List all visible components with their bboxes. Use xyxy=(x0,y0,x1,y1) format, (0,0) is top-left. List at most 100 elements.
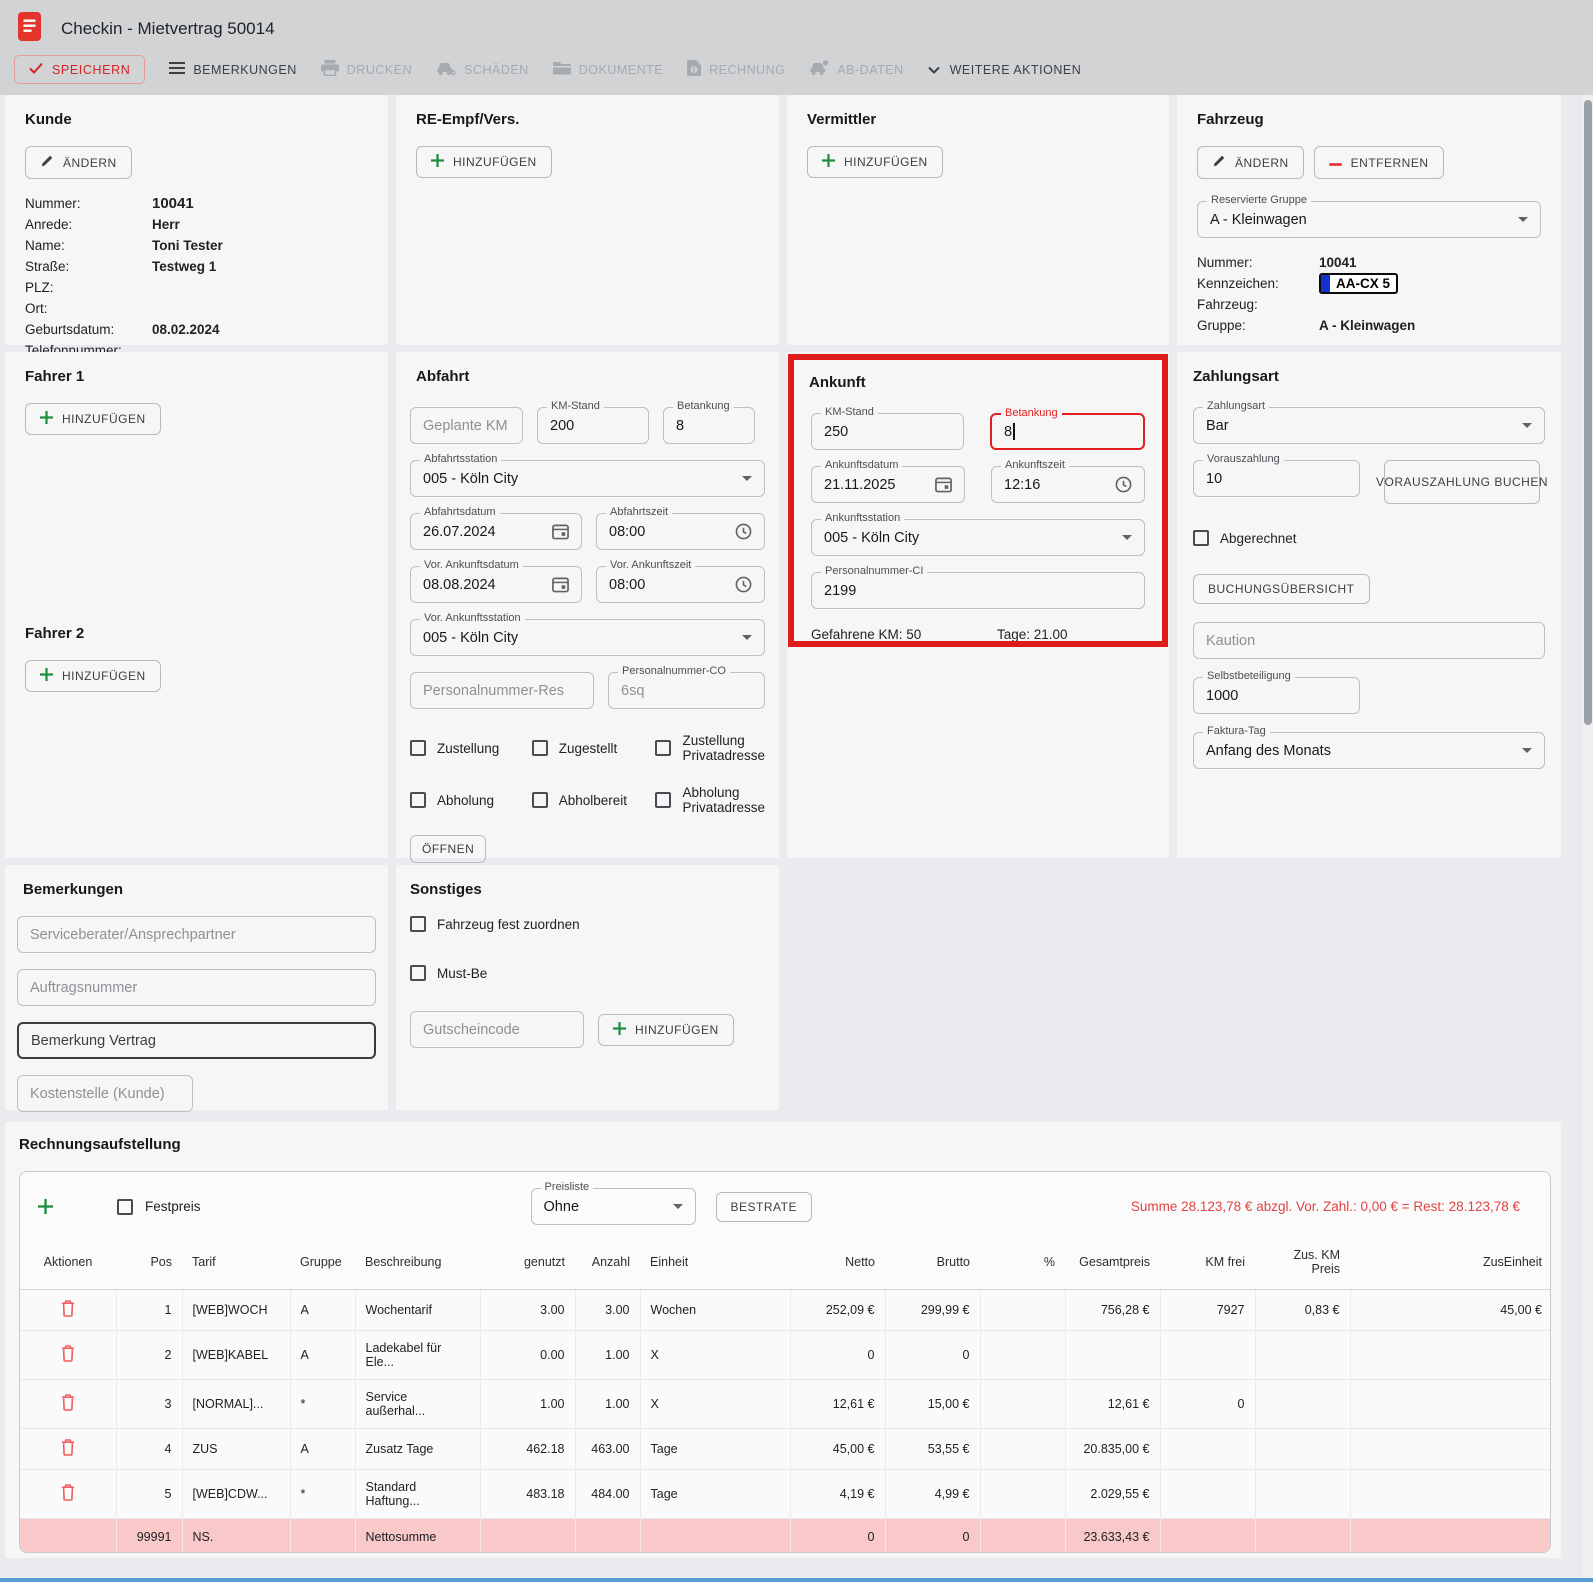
ankunftsstation-select[interactable]: Ankunftsstation 005 - Köln City xyxy=(811,519,1145,556)
table-cell xyxy=(980,1519,1065,1554)
table-cell xyxy=(1350,1331,1551,1380)
table-cell: 99991 xyxy=(116,1519,182,1554)
abholbereit-checkbox[interactable]: Abholbereit xyxy=(532,792,642,808)
abgerechnet-checkbox[interactable]: Abgerechnet xyxy=(1193,530,1545,546)
calendar-icon[interactable] xyxy=(552,576,569,593)
fahrer-panel: Fahrer 1 HINZUFÜGEN Fahrer 2 HINZUFÜGEN xyxy=(5,352,388,858)
ankunft-betankung-input[interactable]: Betankung 8 xyxy=(990,413,1145,450)
personalnummer-res-input[interactable]: Personalnummer-Res xyxy=(410,672,594,709)
oeffnen-button[interactable]: ÖFFNEN xyxy=(410,835,486,863)
gutscheincode-input[interactable]: Gutscheincode xyxy=(410,1011,584,1048)
abholung-checkbox[interactable]: Abholung xyxy=(410,792,518,808)
kunde-row: PLZ: xyxy=(25,277,368,298)
ankunft-km-stand-input[interactable]: KM-Stand 250 xyxy=(811,413,964,450)
ankunftsdatum-input[interactable]: Ankunftsdatum 21.11.2025 xyxy=(811,466,965,503)
drucken-button[interactable]: DRUCKEN xyxy=(321,60,412,79)
kostenstelle-input[interactable]: Kostenstelle (Kunde) xyxy=(17,1075,193,1112)
abfahrt-km-stand-input[interactable]: KM-Stand 200 xyxy=(537,407,649,444)
table-cell: 4,19 € xyxy=(790,1470,885,1519)
abfahrt-betankung-input[interactable]: Betankung 8 xyxy=(663,407,755,444)
reservierte-gruppe-select[interactable]: Reservierte Gruppe A - Kleinwagen xyxy=(1197,201,1541,238)
folder-icon xyxy=(553,61,571,78)
faktura-tag-select[interactable]: Faktura-Tag Anfang des Monats xyxy=(1193,732,1545,769)
ab-daten-button[interactable]: AB-DATEN xyxy=(809,60,903,79)
table-cell: 45,00 € xyxy=(790,1429,885,1470)
add-position-button[interactable] xyxy=(38,1199,53,1214)
abfahrtsdatum-input[interactable]: Abfahrtsdatum 26.07.2024 xyxy=(410,513,582,550)
table-cell xyxy=(575,1519,640,1554)
zahlungsart-select[interactable]: Zahlungsart Bar xyxy=(1193,407,1545,444)
delete-row-button[interactable] xyxy=(61,1439,75,1456)
calendar-icon[interactable] xyxy=(935,476,952,493)
personalnummer-ci-input[interactable]: Personalnummer-CI 2199 xyxy=(811,572,1145,609)
vor-ankunftszeit-input[interactable]: Vor. Ankunftszeit 08:00 xyxy=(596,566,765,603)
delete-row-button[interactable] xyxy=(61,1394,75,1411)
abholung-privatadresse-checkbox[interactable]: Abholung Privatadresse xyxy=(655,785,765,815)
scrollbar-thumb[interactable] xyxy=(1584,100,1592,725)
dokumente-button[interactable]: DOKUMENTE xyxy=(553,61,663,78)
vorauszahlung-buchen-button[interactable]: VORAUSZAHLUNG BUCHEN xyxy=(1384,460,1540,504)
table-cell: Tage xyxy=(640,1470,790,1519)
table-cell: 484.00 xyxy=(575,1470,640,1519)
calendar-icon[interactable] xyxy=(552,523,569,540)
delete-row-button[interactable] xyxy=(61,1345,75,1362)
plus-icon xyxy=(40,411,53,427)
clock-icon[interactable] xyxy=(735,523,752,540)
fahrzeug-fest-zuordnen-checkbox[interactable]: Fahrzeug fest zuordnen xyxy=(410,916,765,932)
row-2: Fahrer 1 HINZUFÜGEN Fahrer 2 HINZUFÜGEN … xyxy=(5,352,1561,858)
geplante-km-input[interactable]: Geplante KM xyxy=(410,407,523,444)
must-be-checkbox[interactable]: Must-Be xyxy=(410,965,765,981)
auftragsnummer-input[interactable]: Auftragsnummer xyxy=(17,969,376,1006)
bestrate-button[interactable]: BESTRATE xyxy=(716,1192,812,1222)
checkbox-icon xyxy=(117,1199,133,1215)
bemerkungen-panel: Bemerkungen Serviceberater/Ansprechpartn… xyxy=(5,865,388,1110)
vor-ankunftsdatum-input[interactable]: Vor. Ankunftsdatum 08.08.2024 xyxy=(410,566,582,603)
zustellung-checkbox[interactable]: Zustellung xyxy=(410,740,518,756)
schaeden-button[interactable]: SCHÄDEN xyxy=(436,61,529,79)
sonstiges-hinzufuegen-button[interactable]: HINZUFÜGEN xyxy=(598,1014,734,1046)
serviceberater-input[interactable]: Serviceberater/Ansprechpartner xyxy=(17,916,376,953)
fahrer2-hinzufuegen-button[interactable]: HINZUFÜGEN xyxy=(25,660,161,692)
vor-ankunftsstation-select[interactable]: Vor. Ankunftsstation 005 - Köln City xyxy=(410,619,765,656)
fahrzeug-aendern-button[interactable]: ÄNDERN xyxy=(1197,146,1304,179)
minus-icon xyxy=(1329,156,1342,170)
clock-icon[interactable] xyxy=(1115,476,1132,493)
delete-row-button[interactable] xyxy=(61,1484,75,1501)
personalnummer-co-input[interactable]: Personalnummer-CO 6sq xyxy=(608,672,765,709)
abfahrtszeit-input[interactable]: Abfahrtszeit 08:00 xyxy=(596,513,765,550)
buchungsuebersicht-button[interactable]: BUCHUNGSÜBERSICHT xyxy=(1193,574,1370,604)
kunde-row: Straße:Testweg 1 xyxy=(25,256,368,277)
fahrzeug-title: Fahrzeug xyxy=(1197,111,1541,128)
vermittler-hinzufuegen-button[interactable]: HINZUFÜGEN xyxy=(807,146,943,178)
vorauszahlung-input[interactable]: Vorauszahlung 10 xyxy=(1193,460,1360,497)
delete-row-button[interactable] xyxy=(61,1300,75,1317)
invoice-icon xyxy=(687,60,701,79)
vertical-scrollbar[interactable] xyxy=(1583,95,1593,1582)
clock-icon[interactable] xyxy=(735,576,752,593)
table-cell xyxy=(980,1470,1065,1519)
selbstbeteiligung-input[interactable]: Selbstbeteiligung 1000 xyxy=(1193,677,1360,714)
zugestellt-checkbox[interactable]: Zugestellt xyxy=(532,740,642,756)
table-cell: 4,99 € xyxy=(885,1470,980,1519)
tage-text: Tage: 21.00 xyxy=(997,627,1068,642)
bemerkung-vertrag-input[interactable]: Bemerkung Vertrag xyxy=(17,1022,376,1059)
list-icon xyxy=(169,62,185,77)
abfahrtsstation-select[interactable]: Abfahrtsstation 005 - Köln City xyxy=(410,460,765,497)
weitere-aktionen-button[interactable]: WEITERE AKTIONEN xyxy=(928,63,1082,77)
invoice-summary-text: Summe 28.123,78 € abzgl. Vor. Zahl.: 0,0… xyxy=(1131,1199,1534,1214)
re-empf-hinzufuegen-button[interactable]: HINZUFÜGEN xyxy=(416,146,552,178)
table-cell xyxy=(980,1429,1065,1470)
save-button[interactable]: SPEICHERN xyxy=(14,55,145,84)
preisliste-select[interactable]: Preisliste Ohne xyxy=(531,1188,696,1225)
ankunftszeit-input[interactable]: Ankunftszeit 12:16 xyxy=(991,466,1145,503)
rechnung-button[interactable]: RECHNUNG xyxy=(687,60,785,79)
table-cell: 1 xyxy=(116,1290,182,1331)
fahrzeug-entfernen-button[interactable]: ENTFERNEN xyxy=(1314,146,1444,179)
zustellung-privatadresse-checkbox[interactable]: Zustellung Privatadresse xyxy=(655,733,765,763)
bemerkungen-button[interactable]: BEMERKUNGEN xyxy=(169,62,296,77)
ankunft-panel: Ankunft KM-Stand 250 Betankung 8 Ankunft… xyxy=(787,352,1169,858)
fahrer1-hinzufuegen-button[interactable]: HINZUFÜGEN xyxy=(25,403,161,435)
kunde-aendern-button[interactable]: ÄNDERN xyxy=(25,146,132,179)
kaution-input[interactable]: Kaution xyxy=(1193,622,1545,659)
festpreis-checkbox[interactable]: Festpreis xyxy=(117,1199,201,1215)
